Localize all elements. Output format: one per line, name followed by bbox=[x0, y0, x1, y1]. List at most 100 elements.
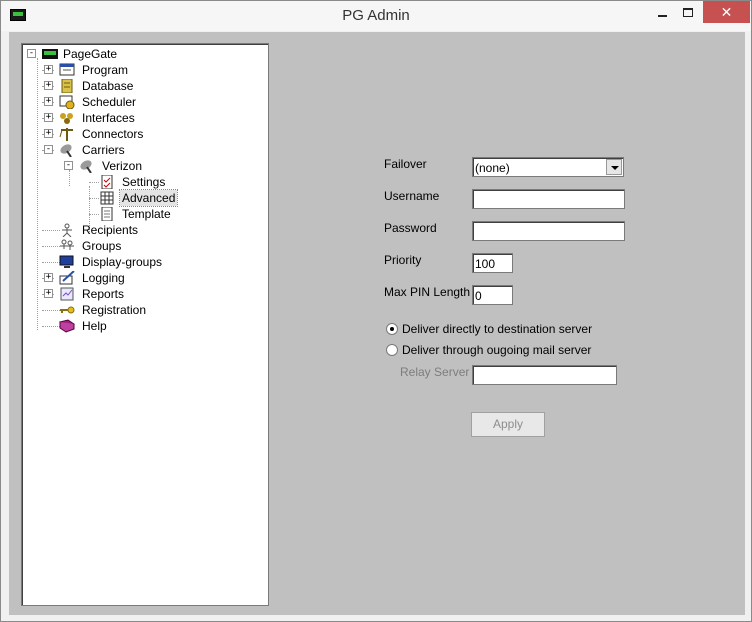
help-book-icon bbox=[58, 319, 76, 333]
collapse-icon[interactable]: - bbox=[27, 49, 36, 58]
expand-icon[interactable]: + bbox=[44, 289, 53, 298]
tree-label: Help bbox=[82, 319, 107, 333]
settings-doc-icon bbox=[99, 174, 115, 190]
tree-label: Display-groups bbox=[82, 255, 163, 269]
max-pin-length-input[interactable]: 0 bbox=[472, 285, 513, 305]
tree-label: Reports bbox=[82, 287, 125, 301]
max-pin-length-label: Max PIN Length bbox=[384, 285, 471, 299]
window-title: PG Admin bbox=[342, 7, 410, 24]
tree-line bbox=[42, 246, 60, 247]
pager-icon bbox=[42, 47, 58, 61]
interfaces-icon bbox=[59, 111, 75, 125]
expand-icon[interactable]: + bbox=[44, 273, 53, 282]
tree-node-registration[interactable]: Registration bbox=[26, 302, 246, 318]
relay-server-input[interactable] bbox=[472, 365, 617, 385]
monitor-icon bbox=[59, 255, 75, 269]
close-icon: ✕ bbox=[720, 4, 733, 20]
expand-icon[interactable]: + bbox=[44, 65, 53, 74]
password-input[interactable] bbox=[472, 221, 625, 241]
username-label: Username bbox=[384, 189, 440, 203]
tree-label: Interfaces bbox=[82, 111, 135, 125]
database-icon bbox=[59, 78, 75, 94]
tree-node-advanced[interactable]: Advanced bbox=[26, 189, 246, 207]
tree-node-groups[interactable]: Groups bbox=[26, 238, 246, 254]
tree-line bbox=[42, 326, 60, 327]
expand-icon[interactable]: + bbox=[44, 129, 53, 138]
tree-node-help[interactable]: Help bbox=[26, 318, 246, 334]
tree-node-logging[interactable]: + Logging bbox=[26, 270, 246, 286]
apply-button[interactable]: Apply bbox=[471, 412, 545, 437]
template-doc-icon bbox=[99, 206, 115, 222]
carriers-icon bbox=[59, 143, 75, 158]
tree-label: PageGate bbox=[63, 47, 118, 61]
tree-line bbox=[89, 214, 99, 215]
reports-icon bbox=[59, 287, 75, 301]
tree-node-carriers[interactable]: - Carriers bbox=[26, 142, 246, 158]
connectors-icon bbox=[59, 127, 75, 141]
expand-icon[interactable]: + bbox=[44, 113, 53, 122]
tree-label: Template bbox=[122, 207, 171, 221]
password-label: Password bbox=[384, 221, 437, 235]
tree-label: Recipients bbox=[82, 223, 139, 237]
tree-line bbox=[42, 230, 60, 231]
client-area: - PageGate + Program + Database + Schedu… bbox=[9, 32, 745, 615]
tree-node-program[interactable]: + Program bbox=[26, 62, 246, 78]
close-button[interactable]: ✕ bbox=[703, 1, 750, 23]
app-window: PG Admin ✕ - PageGate + Program + Databa… bbox=[0, 0, 752, 622]
tree-label: Scheduler bbox=[82, 95, 137, 109]
tree-line bbox=[42, 262, 60, 263]
program-icon bbox=[59, 63, 75, 77]
tree-label: Advanced bbox=[118, 189, 179, 207]
tree-label: Groups bbox=[82, 239, 122, 253]
expand-icon[interactable]: + bbox=[44, 81, 53, 90]
tree-label: Connectors bbox=[82, 127, 144, 141]
tree-label: Carriers bbox=[82, 143, 125, 157]
failover-select[interactable]: (none) bbox=[472, 157, 624, 177]
deliver-direct-label[interactable]: Deliver directly to destination server bbox=[402, 322, 592, 336]
tree-node-verizon[interactable]: - Verizon bbox=[26, 158, 246, 174]
tree-node-interfaces[interactable]: + Interfaces bbox=[26, 110, 246, 126]
tree-node-database[interactable]: + Database bbox=[26, 78, 246, 94]
groups-icon bbox=[59, 239, 75, 253]
deliver-outgoing-radio[interactable] bbox=[386, 344, 398, 356]
tree-label: Settings bbox=[122, 175, 166, 189]
advanced-grid-icon bbox=[99, 191, 115, 205]
priority-label: Priority bbox=[384, 253, 422, 267]
failover-label: Failover bbox=[384, 157, 427, 171]
recipient-icon bbox=[59, 223, 75, 238]
tree-label: Registration bbox=[82, 303, 147, 317]
chevron-down-icon[interactable] bbox=[606, 159, 622, 175]
tree-node-scheduler[interactable]: + Scheduler bbox=[26, 94, 246, 110]
satellite-icon bbox=[79, 159, 95, 174]
scheduler-icon bbox=[59, 95, 75, 110]
tree-node-settings[interactable]: Settings bbox=[26, 174, 246, 190]
minimize-button[interactable] bbox=[648, 1, 676, 23]
tree-line bbox=[89, 198, 99, 199]
navigation-tree[interactable]: - PageGate + Program + Database + Schedu… bbox=[21, 43, 269, 606]
tree-node-recipients[interactable]: Recipients bbox=[26, 222, 246, 238]
logging-icon bbox=[59, 270, 75, 285]
relay-server-label: Relay Server bbox=[400, 365, 470, 379]
collapse-icon[interactable]: - bbox=[64, 161, 73, 170]
tree-node-pagegate[interactable]: - PageGate bbox=[26, 46, 246, 62]
tree-label: Database bbox=[82, 79, 134, 93]
title-bar[interactable]: PG Admin ✕ bbox=[1, 1, 751, 31]
priority-input[interactable]: 100 bbox=[472, 253, 513, 273]
tree-line bbox=[42, 310, 60, 311]
deliver-outgoing-label[interactable]: Deliver through ougoing mail server bbox=[402, 343, 591, 357]
deliver-direct-radio[interactable] bbox=[386, 323, 398, 335]
tree-label: Logging bbox=[82, 271, 125, 285]
tree-line bbox=[89, 182, 99, 183]
tree-label: Program bbox=[82, 63, 129, 77]
collapse-icon[interactable]: - bbox=[44, 145, 53, 154]
username-input[interactable] bbox=[472, 189, 625, 209]
tree-node-template[interactable]: Template bbox=[26, 206, 246, 222]
key-icon bbox=[59, 303, 75, 317]
expand-icon[interactable]: + bbox=[44, 97, 53, 106]
maximize-button[interactable] bbox=[674, 1, 702, 23]
tree-node-reports[interactable]: + Reports bbox=[26, 286, 246, 302]
tree-label: Verizon bbox=[102, 159, 143, 173]
minimize-icon bbox=[657, 14, 667, 17]
tree-node-display-groups[interactable]: Display-groups bbox=[26, 254, 246, 270]
tree-node-connectors[interactable]: + Connectors bbox=[26, 126, 246, 142]
